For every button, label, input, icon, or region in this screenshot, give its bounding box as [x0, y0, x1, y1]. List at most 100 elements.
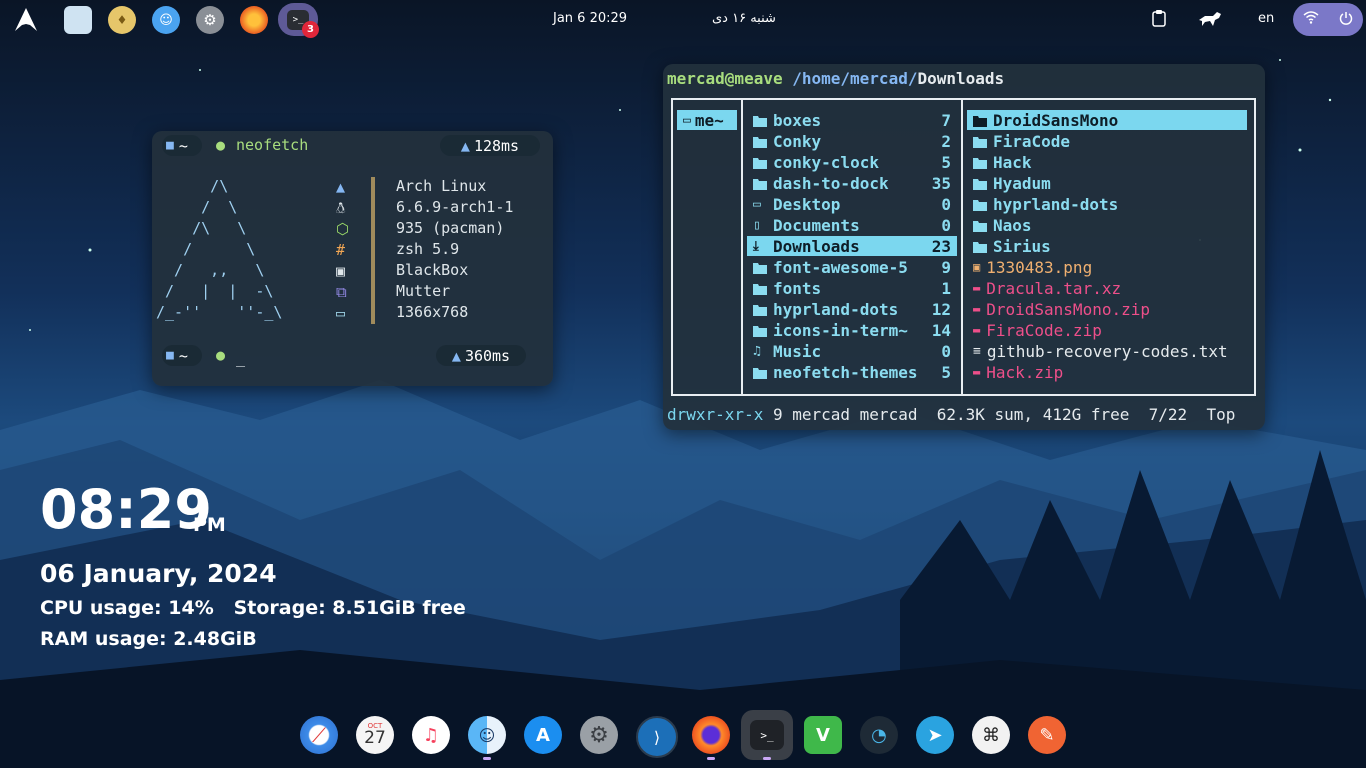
- folder-icon: [973, 216, 993, 235]
- dir-item[interactable]: ▯ Documents 0: [747, 215, 957, 235]
- system-menu[interactable]: [1293, 3, 1363, 36]
- finder-icon[interactable]: ☺: [468, 716, 506, 754]
- clock[interactable]: Jan 6 20:29: [553, 11, 627, 26]
- firefox-icon[interactable]: [240, 6, 268, 34]
- parent-dir-item[interactable]: ▭ me~: [677, 110, 737, 130]
- dir-item[interactable]: conky-clock 5: [747, 152, 957, 172]
- item-name: boxes: [773, 110, 822, 130]
- arch-icon: ▲: [336, 178, 346, 196]
- selected-file-item[interactable]: DroidSansMono: [967, 110, 1247, 130]
- command-icon[interactable]: ⌘: [972, 716, 1010, 754]
- ranger-terminal[interactable]: mercad@meave /home/mercad/Downloads ▭ me~…: [663, 64, 1265, 430]
- dir-item[interactable]: ▭ Desktop 0: [747, 194, 957, 214]
- info-line: Mutter: [396, 282, 451, 300]
- file-item[interactable]: ≡ github-recovery-codes.txt: [967, 341, 1247, 361]
- file-item[interactable]: Hyadum: [967, 173, 1247, 193]
- item-count: 1: [941, 278, 951, 298]
- arch-logo-icon[interactable]: [12, 6, 40, 34]
- item-name: font-awesome-5: [773, 257, 908, 277]
- item-name: Downloads: [773, 236, 860, 256]
- folder-icon: [973, 195, 993, 214]
- item-count: 12: [931, 299, 951, 319]
- item-name: Conky: [773, 131, 822, 151]
- language-indicator[interactable]: en: [1258, 11, 1274, 26]
- folder-icon: ■: [166, 138, 174, 153]
- item-name: DroidSansMono.zip: [986, 299, 1150, 319]
- runcat-icon[interactable]: [1197, 10, 1223, 32]
- prompt-dot-icon: ●: [216, 136, 226, 154]
- firefox-icon[interactable]: [692, 716, 730, 754]
- path: /home/mercad/: [792, 69, 918, 88]
- vscode-icon[interactable]: ⟩: [636, 716, 678, 758]
- image-file-icon: ▣: [973, 260, 981, 274]
- info-line: 935 (pacman): [396, 219, 505, 237]
- calendar-icon[interactable]: OCT 27: [356, 716, 394, 754]
- arch-small-icon: ▲: [451, 346, 461, 365]
- terminal-icon[interactable]: >_: [741, 710, 793, 760]
- file-item[interactable]: Naos: [967, 215, 1247, 235]
- vim-icon[interactable]: V: [804, 716, 842, 754]
- folder-icon: ♫: [753, 343, 761, 359]
- dir-item[interactable]: font-awesome-5 9: [747, 257, 957, 277]
- conky-ampm: PM: [193, 514, 226, 536]
- dir-item[interactable]: icons-in-term~ 14: [747, 320, 957, 340]
- dir-item[interactable]: fonts 1: [747, 278, 957, 298]
- dir-item[interactable]: neofetch-themes 5: [747, 362, 957, 382]
- file-item[interactable]: Sirius: [967, 236, 1247, 256]
- item-count: 9: [941, 257, 951, 277]
- safari-icon[interactable]: ⟋: [300, 716, 338, 754]
- speedometer-icon[interactable]: ◔: [860, 716, 898, 754]
- conky-ram: RAM usage: 2.48GiB: [40, 628, 257, 650]
- finder-icon[interactable]: ☺: [152, 6, 180, 34]
- ascii-line: /_-'' ''-_\: [156, 303, 283, 321]
- file-item[interactable]: FiraCode: [967, 131, 1247, 151]
- telegram-icon[interactable]: ➤: [916, 716, 954, 754]
- dir-item[interactable]: dash-to-dock 35: [747, 173, 957, 193]
- prompt-dir: ~: [178, 136, 188, 155]
- running-indicator: [483, 757, 491, 760]
- anime-app-icon[interactable]: [64, 6, 92, 34]
- system-preferences-icon[interactable]: ⚙: [580, 716, 618, 754]
- gold-app-icon[interactable]: ♦: [108, 6, 136, 34]
- item-name: Sirius: [993, 236, 1051, 256]
- music-icon[interactable]: ♫: [412, 716, 450, 754]
- item-count: 23: [931, 236, 951, 256]
- file-item[interactable]: ▬ DroidSansMono.zip: [967, 299, 1247, 319]
- folder-icon: [973, 132, 993, 151]
- wifi-icon: [1303, 11, 1319, 28]
- folder-icon: [753, 300, 773, 319]
- running-indicator: [763, 757, 771, 760]
- folder-icon: [753, 174, 773, 193]
- time-top: 128ms: [473, 136, 520, 155]
- shell-icon: #: [336, 241, 346, 259]
- column-divider: [741, 100, 743, 394]
- dir-item[interactable]: hyprland-dots 12: [747, 299, 957, 319]
- dir-item[interactable]: ♫ Music 0: [747, 341, 957, 361]
- prompt-dir-pill: ■ ~: [162, 135, 202, 156]
- ascii-line: /\: [156, 177, 229, 195]
- clipboard-icon[interactable]: [1152, 9, 1166, 31]
- file-item[interactable]: ▬ FiraCode.zip: [967, 320, 1247, 340]
- status-line: drwxr-xr-x 9 mercad mercad 62.3K sum, 41…: [667, 405, 1235, 424]
- item-name: github-recovery-codes.txt: [986, 341, 1228, 361]
- dir-item[interactable]: boxes 7: [747, 110, 957, 130]
- dir-item[interactable]: Conky 2: [747, 131, 957, 151]
- position: 7/22: [1148, 405, 1188, 424]
- folder-icon: [753, 132, 773, 151]
- power-icon: [1339, 10, 1353, 29]
- file-item[interactable]: hyprland-dots: [967, 194, 1247, 214]
- pencil-icon[interactable]: ✎: [1028, 716, 1066, 754]
- file-item[interactable]: ▬ Dracula.tar.xz: [967, 278, 1247, 298]
- column-divider: [961, 100, 963, 394]
- owner: 9 mercad mercad: [772, 405, 918, 424]
- file-item[interactable]: Hack: [967, 152, 1247, 172]
- ascii-line: / \: [156, 240, 256, 258]
- app-store-icon[interactable]: A: [524, 716, 562, 754]
- file-item[interactable]: ▣ 1330483.png: [967, 257, 1247, 277]
- neofetch-terminal[interactable]: ■ ~ ● neofetch ▲ 128ms /\ / \ /\ \ / \ /…: [152, 131, 553, 386]
- persian-date: شنبه ۱۶ دی: [712, 11, 776, 26]
- item-name: dash-to-dock: [773, 173, 889, 193]
- selected-dir-item[interactable]: ⤓ Downloads 23: [747, 236, 957, 256]
- file-item[interactable]: ▬ Hack.zip: [967, 362, 1247, 382]
- settings-icon[interactable]: ⚙: [196, 6, 224, 34]
